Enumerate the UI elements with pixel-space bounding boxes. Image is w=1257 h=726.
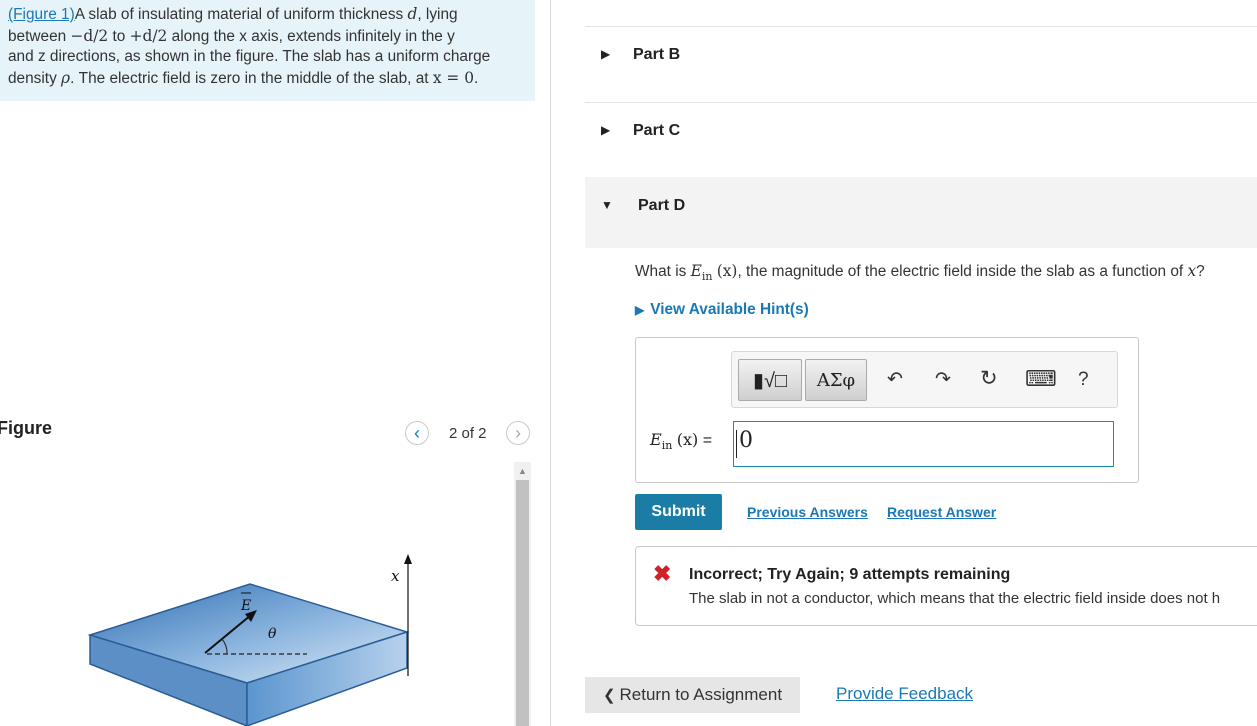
greek-symbols-button[interactable]: ΑΣφ — [805, 359, 867, 401]
part-d-header[interactable]: Part D — [638, 197, 685, 215]
part-b-header[interactable]: Part B — [633, 46, 680, 64]
part-d-caret-icon[interactable]: ▼ — [601, 198, 613, 212]
answer-label: Ein (x) = — [650, 430, 712, 452]
x-axis-label: x — [391, 567, 400, 585]
panel-divider — [550, 0, 551, 726]
redo-icon[interactable]: ↷ — [935, 370, 951, 389]
undo-icon[interactable]: ↶ — [887, 370, 903, 389]
intro-line3: and z directions, as shown in the figure… — [8, 48, 491, 65]
intro-period: . — [473, 69, 479, 87]
intro-text-1: A slab of insulating material of uniform… — [74, 6, 404, 23]
chevron-left-icon: ‹ — [414, 423, 420, 443]
intro-rho: ρ — [61, 68, 71, 87]
question-x: x — [1187, 262, 1197, 280]
intro-neg-half: −d/2 — [70, 26, 109, 45]
figure-link[interactable]: (Figure 1) — [8, 6, 75, 23]
error-x-icon: ✖ — [653, 561, 672, 586]
slab-figure: x E θ — [87, 554, 412, 726]
question-post: , the magnitude of the electric field in… — [737, 263, 1184, 280]
question-pre: What is — [635, 263, 687, 280]
figure-prev-button[interactable]: ‹ — [405, 421, 429, 445]
feedback-title: Incorrect; Try Again; 9 attempts remaini… — [689, 566, 1011, 583]
feedback-box — [635, 546, 1257, 626]
templates-icon: ▮√□ — [752, 369, 788, 392]
intro-between: between — [8, 27, 67, 45]
question-subscript: in — [701, 270, 713, 284]
part-b-caret-icon[interactable]: ▶ — [601, 47, 610, 61]
hint-label: View Available Hint(s) — [650, 301, 809, 318]
answer-value: 0 — [739, 428, 753, 453]
question-symbol: E — [690, 262, 702, 280]
templates-button[interactable]: ▮√□ — [738, 359, 802, 401]
answer-label-symbol: E — [650, 430, 662, 449]
request-answer-link[interactable]: Request Answer — [887, 504, 996, 520]
part-d-header-bar[interactable] — [585, 177, 1257, 248]
scroll-thumb[interactable] — [516, 480, 529, 726]
x-axis-arrowhead — [404, 554, 412, 564]
answer-label-arg: (x) — [676, 430, 699, 449]
part-separator — [585, 26, 1257, 27]
question-text: What is Ein (x), the magnitude of the el… — [635, 262, 1205, 283]
answer-input[interactable] — [733, 421, 1114, 467]
feedback-message: The slab in not a conductor, which means… — [689, 590, 1221, 607]
hint-caret-icon: ▶ — [635, 303, 645, 317]
intro-x-eq: x = 0 — [432, 68, 474, 87]
chevron-left-icon: ❮ — [602, 687, 616, 704]
previous-answers-link[interactable]: Previous Answers — [747, 504, 868, 520]
help-icon[interactable]: ? — [1078, 370, 1089, 389]
intro-density: density — [8, 69, 57, 87]
intro-along: along the x axis, extends infinitely in … — [171, 27, 455, 45]
theta-label: θ — [268, 626, 277, 642]
intro-to: to — [112, 27, 126, 45]
part-separator — [585, 102, 1257, 103]
question-end: ? — [1196, 263, 1205, 280]
view-hints-toggle[interactable]: ▶ View Available Hint(s) — [635, 301, 809, 319]
submit-button[interactable]: Submit — [635, 494, 722, 530]
intro-lying: , lying — [417, 6, 458, 23]
part-c-header[interactable]: Part C — [633, 122, 680, 140]
chevron-right-icon: › — [515, 423, 521, 443]
intro-line4: . The electric field is zero in the midd… — [70, 69, 429, 87]
figure-title: Figure — [0, 418, 53, 438]
answer-label-equals: = — [702, 432, 713, 449]
intro-pos-half: +d/2 — [129, 26, 168, 45]
greek-symbols-label: ΑΣφ — [816, 369, 856, 391]
part-c-caret-icon[interactable]: ▶ — [601, 123, 610, 137]
provide-feedback-link[interactable]: Provide Feedback — [836, 684, 973, 704]
figure-next-button[interactable]: › — [506, 421, 530, 445]
keyboard-icon[interactable]: ⌨ — [1025, 368, 1057, 390]
scroll-up-arrow[interactable]: ▲ — [514, 462, 531, 479]
return-label: Return to Assignment — [619, 685, 783, 704]
problem-intro: (Figure 1)A slab of insulating material … — [0, 0, 535, 101]
e-vector-label: E — [240, 598, 251, 614]
answer-label-subscript: in — [661, 439, 673, 453]
reset-icon[interactable]: ↻ — [980, 368, 998, 389]
figure-pager: 2 of 2 — [449, 425, 487, 442]
question-arg: (x) — [716, 262, 738, 280]
text-cursor — [736, 430, 737, 458]
return-to-assignment-button[interactable]: ❮ Return to Assignment — [585, 677, 800, 713]
intro-sym-d: d — [407, 5, 418, 23]
